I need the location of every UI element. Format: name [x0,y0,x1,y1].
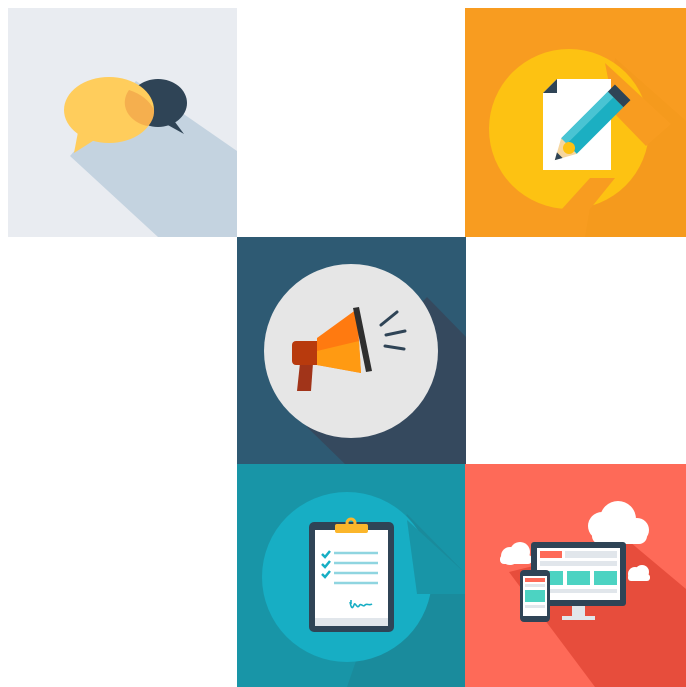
tile-edit [465,8,686,237]
tile-devices [465,464,686,687]
speech-bubbles-icon [8,8,237,237]
responsive-devices-cloud-icon [465,464,686,687]
tile-chat [8,8,237,237]
clipboard-checklist-icon [237,464,466,687]
tile-announce [237,237,466,466]
document-pencil-icon [465,8,686,237]
tile-checklist [237,464,466,687]
megaphone-icon [237,237,466,466]
